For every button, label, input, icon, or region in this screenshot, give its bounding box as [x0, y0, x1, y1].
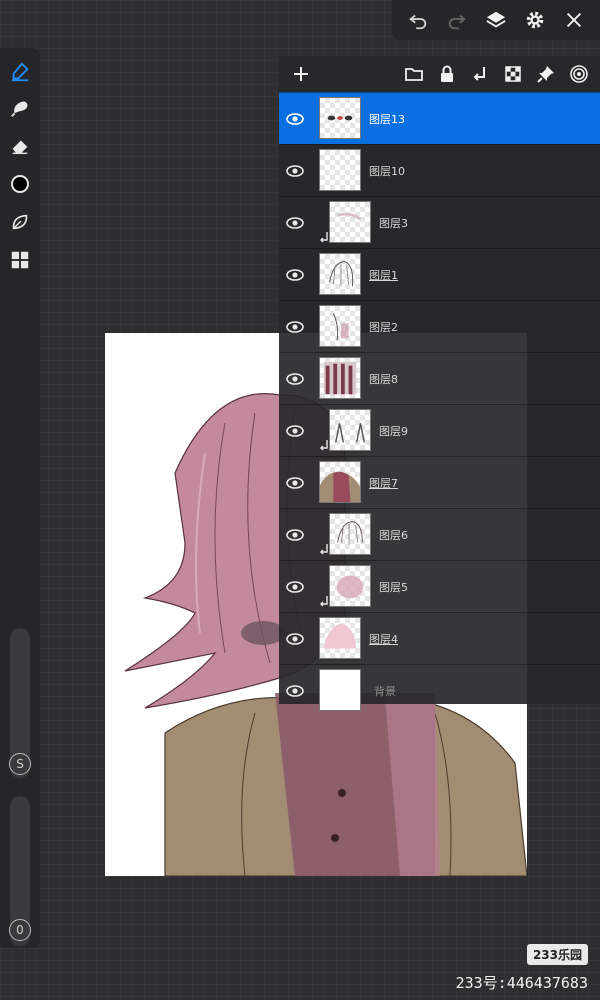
- visibility-eye-icon[interactable]: [283, 575, 307, 599]
- visibility-eye-icon[interactable]: [283, 315, 307, 339]
- layer-name: 图层1: [369, 269, 398, 282]
- layer-thumbnail: [329, 409, 371, 451]
- layer-row[interactable]: 图层2: [279, 300, 600, 352]
- visibility-eye-icon[interactable]: [283, 367, 307, 391]
- spiral-icon[interactable]: [568, 61, 590, 87]
- clipping-mask-icon: [319, 595, 329, 607]
- folder-icon[interactable]: [403, 61, 425, 87]
- layer-thumbnail: [319, 617, 361, 659]
- size-slider-knob[interactable]: S: [9, 753, 31, 775]
- grid-icon[interactable]: [6, 246, 34, 274]
- visibility-eye-icon[interactable]: [283, 159, 307, 183]
- layer-row[interactable]: 图层7: [279, 456, 600, 508]
- layer-name: 图层13: [369, 113, 405, 126]
- layer-name: 图层4: [369, 633, 398, 646]
- close-icon[interactable]: [560, 6, 588, 34]
- layers-panel: 图层13 图层10 图层3 图层1 图层2 图层8 图层9 图层7 图层6 图层…: [279, 56, 600, 711]
- top-toolbar: [392, 0, 600, 40]
- add-icon: [294, 67, 308, 81]
- layers-toolbar: [279, 56, 600, 92]
- add-layer-button[interactable]: [287, 60, 315, 88]
- layer-row[interactable]: 图层6: [279, 508, 600, 560]
- visibility-eye-icon[interactable]: [283, 471, 307, 495]
- visibility-eye-icon[interactable]: [283, 107, 307, 131]
- layer-row[interactable]: 图层9: [279, 404, 600, 456]
- layer-row[interactable]: 图层4: [279, 612, 600, 664]
- layer-row[interactable]: 图层3: [279, 196, 600, 248]
- layer-name: 背景: [374, 685, 396, 698]
- watermark-text: 233号:446437683: [455, 974, 588, 992]
- layers-icon[interactable]: [482, 6, 510, 34]
- layer-thumbnail: [329, 513, 371, 555]
- visibility-eye-icon[interactable]: [283, 263, 307, 287]
- visibility-eye-icon[interactable]: [283, 419, 307, 443]
- visibility-eye-icon[interactable]: [283, 679, 307, 703]
- layer-thumbnail: [319, 357, 361, 399]
- layer-name: 图层3: [379, 217, 408, 230]
- eraser-icon[interactable]: [6, 132, 34, 160]
- pin-icon[interactable]: [535, 61, 557, 87]
- undo-icon[interactable]: [404, 6, 432, 34]
- layer-thumbnail: [329, 565, 371, 607]
- opacity-slider-knob[interactable]: 0: [9, 919, 31, 941]
- layer-row[interactable]: 背景: [279, 664, 600, 716]
- watermark-badge: 233乐园: [526, 944, 588, 965]
- layer-thumbnail: [319, 461, 361, 503]
- layer-row[interactable]: 图层5: [279, 560, 600, 612]
- layer-list: 图层13 图层10 图层3 图层1 图层2 图层8 图层9 图层7 图层6 图层…: [279, 92, 600, 716]
- layer-name: 图层6: [379, 529, 408, 542]
- lock-icon[interactable]: [436, 61, 458, 87]
- redo-icon[interactable]: [443, 6, 471, 34]
- layer-name: 图层9: [379, 425, 408, 438]
- layer-thumbnail: [319, 305, 361, 347]
- layer-thumbnail: [319, 253, 361, 295]
- smudge-icon[interactable]: [6, 94, 34, 122]
- layer-name: 图层8: [369, 373, 398, 386]
- left-toolbar: S 0: [0, 48, 40, 948]
- layer-name: 图层2: [369, 321, 398, 334]
- leaf-icon[interactable]: [6, 208, 34, 236]
- color-swatch[interactable]: [6, 170, 34, 198]
- layer-name: 图层10: [369, 165, 405, 178]
- layer-row[interactable]: 图层10: [279, 144, 600, 196]
- gear-icon[interactable]: [521, 6, 549, 34]
- layer-name: 图层7: [369, 477, 398, 490]
- visibility-eye-icon[interactable]: [283, 523, 307, 547]
- clipping-mask-icon: [319, 231, 329, 243]
- checker-icon[interactable]: [502, 61, 524, 87]
- clipping-mask-icon: [319, 439, 329, 451]
- layer-thumbnail: [319, 97, 361, 139]
- visibility-eye-icon[interactable]: [283, 627, 307, 651]
- visibility-eye-icon[interactable]: [283, 211, 307, 235]
- layer-thumbnail: [329, 201, 371, 243]
- layer-row[interactable]: 图层13: [279, 92, 600, 144]
- brush-icon[interactable]: [6, 58, 34, 86]
- layer-row[interactable]: 图层8: [279, 352, 600, 404]
- layer-thumbnail: [319, 669, 361, 711]
- layer-row[interactable]: 图层1: [279, 248, 600, 300]
- clip-arrow-icon[interactable]: [469, 61, 491, 87]
- clipping-mask-icon: [319, 543, 329, 555]
- layer-thumbnail: [319, 149, 361, 191]
- layer-name: 图层5: [379, 581, 408, 594]
